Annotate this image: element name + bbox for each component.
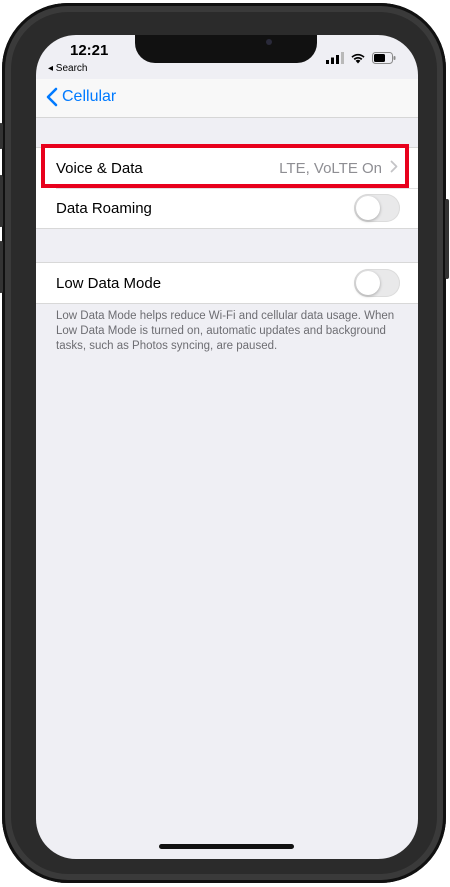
notch <box>135 35 317 63</box>
battery-icon <box>372 52 396 64</box>
wifi-icon <box>351 53 365 64</box>
chevron-right-icon <box>390 160 398 177</box>
low-data-mode-toggle[interactable] <box>354 269 400 297</box>
home-indicator[interactable] <box>159 844 294 849</box>
data-roaming-label: Data Roaming <box>56 199 152 217</box>
low-data-mode-label: Low Data Mode <box>56 274 162 292</box>
data-roaming-row: Data Roaming <box>36 188 418 228</box>
low-data-mode-footer: Low Data Mode helps reduce Wi-Fi and cel… <box>56 310 395 352</box>
settings-group-2: Low Data Mode <box>36 262 418 304</box>
status-back-to-search[interactable]: ◂ Search <box>48 63 87 74</box>
toggle-knob <box>356 271 380 295</box>
side-button-left-3 <box>0 241 3 293</box>
phone-frame: 12:21 ◂ Search Cellular Voice & Data LTE… <box>0 3 449 883</box>
back-button[interactable]: Cellular <box>46 87 116 107</box>
side-button-right <box>445 199 449 279</box>
voice-and-data-row[interactable]: Voice & Data LTE, VoLTE On <box>36 148 418 188</box>
low-data-mode-row: Low Data Mode <box>36 263 418 303</box>
chevron-left-icon <box>46 87 58 107</box>
voice-and-data-value: LTE, VoLTE On <box>279 159 382 177</box>
voice-and-data-label: Voice & Data <box>56 159 143 177</box>
status-icons <box>326 51 396 65</box>
back-button-label: Cellular <box>62 88 117 105</box>
navigation-bar: Cellular <box>36 79 418 118</box>
camera-icon <box>266 39 272 45</box>
side-button-left-1 <box>0 123 3 149</box>
side-button-left-2 <box>0 175 3 227</box>
data-roaming-toggle[interactable] <box>354 194 400 222</box>
screen: 12:21 ◂ Search Cellular Voice & Data LTE… <box>36 35 418 859</box>
toggle-knob <box>356 196 380 220</box>
status-time: 12:21 <box>70 42 109 59</box>
signal-icon <box>326 52 344 64</box>
settings-group-1: Voice & Data LTE, VoLTE On Data Roaming <box>36 147 418 229</box>
